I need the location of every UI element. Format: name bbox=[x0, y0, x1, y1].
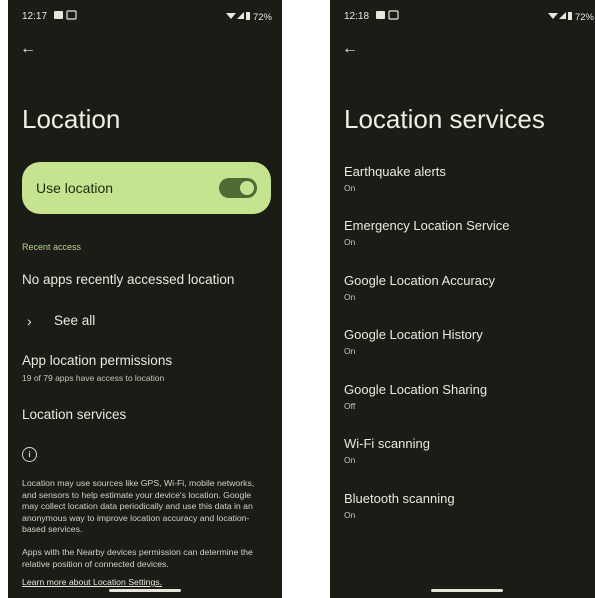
no-apps-text: No apps recently accessed location bbox=[22, 272, 235, 287]
item-title: Google Location Sharing bbox=[344, 382, 488, 397]
wifi-signal-battery-icon bbox=[226, 12, 251, 20]
page-title: Location bbox=[22, 104, 121, 134]
item-status: On bbox=[344, 346, 356, 356]
home-indicator[interactable] bbox=[109, 589, 181, 592]
item-status: On bbox=[344, 510, 356, 520]
use-location-switch[interactable] bbox=[219, 178, 257, 198]
home-indicator[interactable] bbox=[431, 589, 503, 592]
status-bar: 12:18 72% bbox=[330, 10, 595, 26]
notification-icon bbox=[54, 10, 77, 20]
back-arrow-icon[interactable]: ← bbox=[342, 40, 358, 58]
recent-access-header: Recent access bbox=[22, 242, 82, 252]
battery-percent: 72% bbox=[252, 12, 272, 23]
status-time: 12:17 bbox=[22, 11, 48, 22]
item-status: On bbox=[344, 455, 356, 465]
item-title: Emergency Location Service bbox=[344, 218, 510, 233]
notification-icons bbox=[376, 10, 400, 23]
info-paragraph-2: Apps with the Nearby devices permission … bbox=[22, 547, 253, 569]
notification-icon bbox=[376, 10, 399, 20]
item-status: On bbox=[344, 183, 356, 193]
battery-percent: 72% bbox=[574, 12, 594, 23]
see-all-link[interactable]: See all bbox=[54, 313, 95, 328]
status-right: 72% bbox=[226, 11, 272, 23]
item-status: Off bbox=[344, 401, 356, 411]
info-paragraph-1: Location may use sources like GPS, Wi-Fi… bbox=[22, 478, 255, 534]
page-title: Location services bbox=[344, 104, 545, 134]
item-title: Bluetooth scanning bbox=[344, 491, 455, 506]
item-title: Wi-Fi scanning bbox=[344, 436, 430, 451]
notification-icons bbox=[54, 10, 78, 23]
status-bar: 12:17 72% bbox=[8, 10, 282, 26]
location-services-item[interactable]: Location services bbox=[22, 407, 126, 422]
item-title: Google Location Accuracy bbox=[344, 273, 496, 288]
info-icon: i bbox=[22, 447, 37, 462]
status-right: 72% bbox=[548, 11, 594, 23]
app-location-permissions[interactable]: App location permissions bbox=[22, 353, 172, 368]
location-services-screen: 12:18 72% ← Location services Earthquake… bbox=[330, 0, 595, 598]
app-location-permissions-subtitle: 19 of 79 apps have access to location bbox=[22, 373, 165, 383]
status-time: 12:18 bbox=[344, 11, 370, 22]
item-status: On bbox=[344, 237, 356, 247]
use-location-label: Use location bbox=[36, 180, 114, 196]
learn-more-link[interactable]: Learn more about Location Settings. bbox=[22, 577, 162, 587]
chevron-right-icon: › bbox=[27, 313, 32, 329]
back-arrow-icon[interactable]: ← bbox=[20, 40, 36, 58]
item-status: On bbox=[344, 292, 356, 302]
wifi-signal-battery-icon bbox=[548, 12, 573, 20]
switch-knob bbox=[240, 181, 254, 195]
item-title: Google Location History bbox=[344, 327, 483, 342]
location-settings-screen: 12:17 72% ← Location Use location Recent… bbox=[8, 0, 282, 598]
item-title: Earthquake alerts bbox=[344, 164, 446, 179]
use-location-toggle-card[interactable]: Use location bbox=[22, 162, 271, 214]
